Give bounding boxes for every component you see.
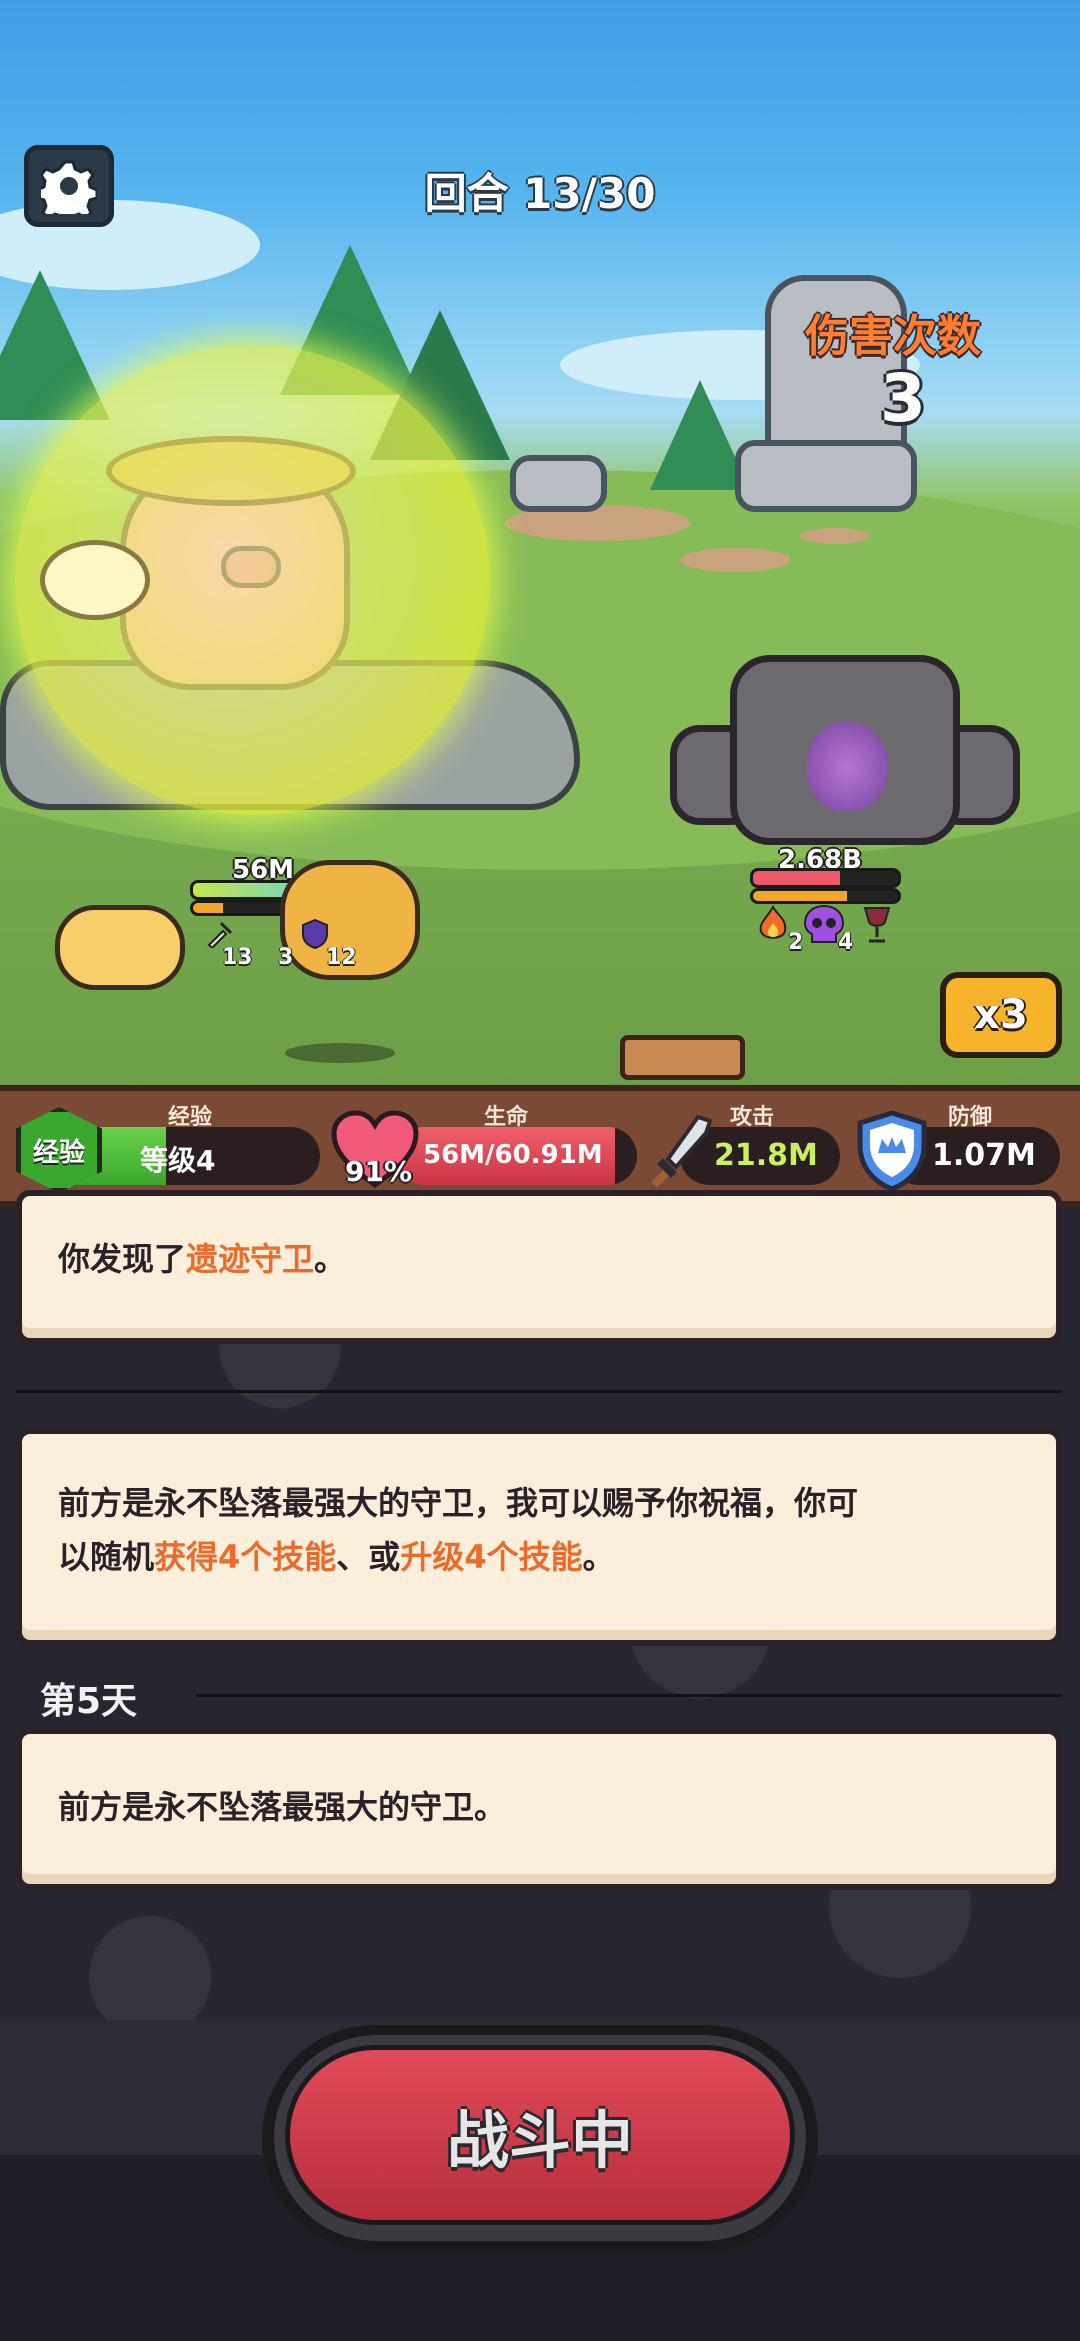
ground-patch — [800, 528, 870, 544]
exp-caption: 经验 — [168, 1105, 213, 1130]
log-line: 以随机获得4个技能、或升级4个技能。 — [58, 1530, 1020, 1584]
enemy-hp-bar — [750, 868, 901, 888]
enemy-hp-fill — [753, 871, 840, 885]
log-text: 。 — [314, 1240, 347, 1278]
log-divider — [16, 1390, 1062, 1393]
log-entry: 前方是永不坠落最强大的守卫，我可以赐予你祝福，你可 以随机获得4个技能、或升级4… — [16, 1428, 1062, 1646]
log-text: 、或 — [336, 1538, 401, 1576]
stats-bar: 等级4 经验 经验 56M/60.91M 91% 生命 21.8M 攻击 1.0… — [0, 1085, 1080, 1207]
pine-tree — [0, 270, 110, 420]
log-entry-text: 你发现了遗迹守卫。 — [58, 1232, 1020, 1286]
enemy-shield-bar — [750, 888, 901, 904]
sword-status-icon — [207, 921, 233, 948]
reward-highlight: 升级4个技能 — [400, 1538, 583, 1576]
day-label: 第5天 — [40, 1681, 138, 1722]
player-shield-fill — [193, 903, 223, 913]
log-entry: 你发现了遗迹守卫。 — [16, 1190, 1062, 1344]
player-status-count: 3 — [278, 945, 294, 970]
goblet-status-icon — [863, 907, 891, 943]
shadow — [285, 1043, 395, 1063]
log-text: 。 — [582, 1538, 615, 1576]
level-text: 等级4 — [140, 1144, 216, 1177]
hit-count-label: 伤害次数 — [805, 311, 981, 362]
shield-crown-icon — [857, 1110, 927, 1192]
enemy-shield-fill — [753, 891, 848, 901]
log-entry-text: 前方是永不坠落最强大的守卫。 — [58, 1788, 507, 1826]
log-text: 你发现了 — [58, 1240, 187, 1278]
fighting-status-button[interactable]: 战斗中 — [285, 2045, 795, 2225]
attack-caption: 攻击 — [730, 1105, 775, 1130]
stone-rock — [510, 455, 607, 512]
attack-value: 21.8M — [714, 1138, 818, 1173]
day-divider — [196, 1694, 1062, 1697]
player-status-count: 13 — [222, 945, 253, 970]
stone-rock — [735, 440, 917, 512]
log-entry: 前方是永不坠落最强大的守卫。 — [16, 1728, 1062, 1890]
life-percent: 91% — [345, 1155, 413, 1188]
defense-caption: 防御 — [948, 1105, 993, 1130]
speed-toggle-button[interactable]: x3 — [940, 972, 1062, 1058]
round-counter: 回合 13/30 — [424, 169, 656, 218]
elephant-pet — [55, 905, 185, 990]
log-text: 以随机 — [58, 1538, 155, 1576]
ruins-guardian-enemy — [670, 655, 1030, 855]
player-status-count: 12 — [326, 945, 357, 970]
ground-patch — [680, 548, 790, 572]
golem-body — [730, 655, 960, 845]
hit-count-value: 3 — [880, 360, 926, 437]
fire-status-icon — [759, 905, 787, 939]
life-pill: 56M/60.91M — [395, 1127, 637, 1185]
enemy-name-highlight: 遗迹守卫 — [186, 1240, 315, 1278]
defense-value: 1.07M — [932, 1138, 1036, 1173]
log-line: 前方是永不坠落最强大的守卫，我可以赐予你祝福，你可 — [58, 1484, 859, 1522]
sword-icon — [651, 1114, 713, 1188]
cloud-pet — [40, 540, 150, 620]
wooden-plank — [620, 1035, 745, 1080]
life-caption: 生命 — [484, 1105, 529, 1130]
reward-highlight: 获得4个技能 — [154, 1538, 337, 1576]
life-value: 56M/60.91M — [423, 1140, 603, 1170]
enemy-status-count: 4 — [838, 930, 854, 955]
golem-core — [807, 722, 887, 812]
shield-status-icon — [302, 918, 328, 950]
battle-scene: 回合 13/30 伤害次数 3 56M 13 3 12 2.68B 2 4 x3 — [0, 0, 1080, 1085]
log-entry-text: 前方是永不坠落最强大的守卫，我可以赐予你祝福，你可 以随机获得4个技能、或升级4… — [58, 1476, 1020, 1584]
exp-badge-text: 经验 — [32, 1137, 85, 1168]
